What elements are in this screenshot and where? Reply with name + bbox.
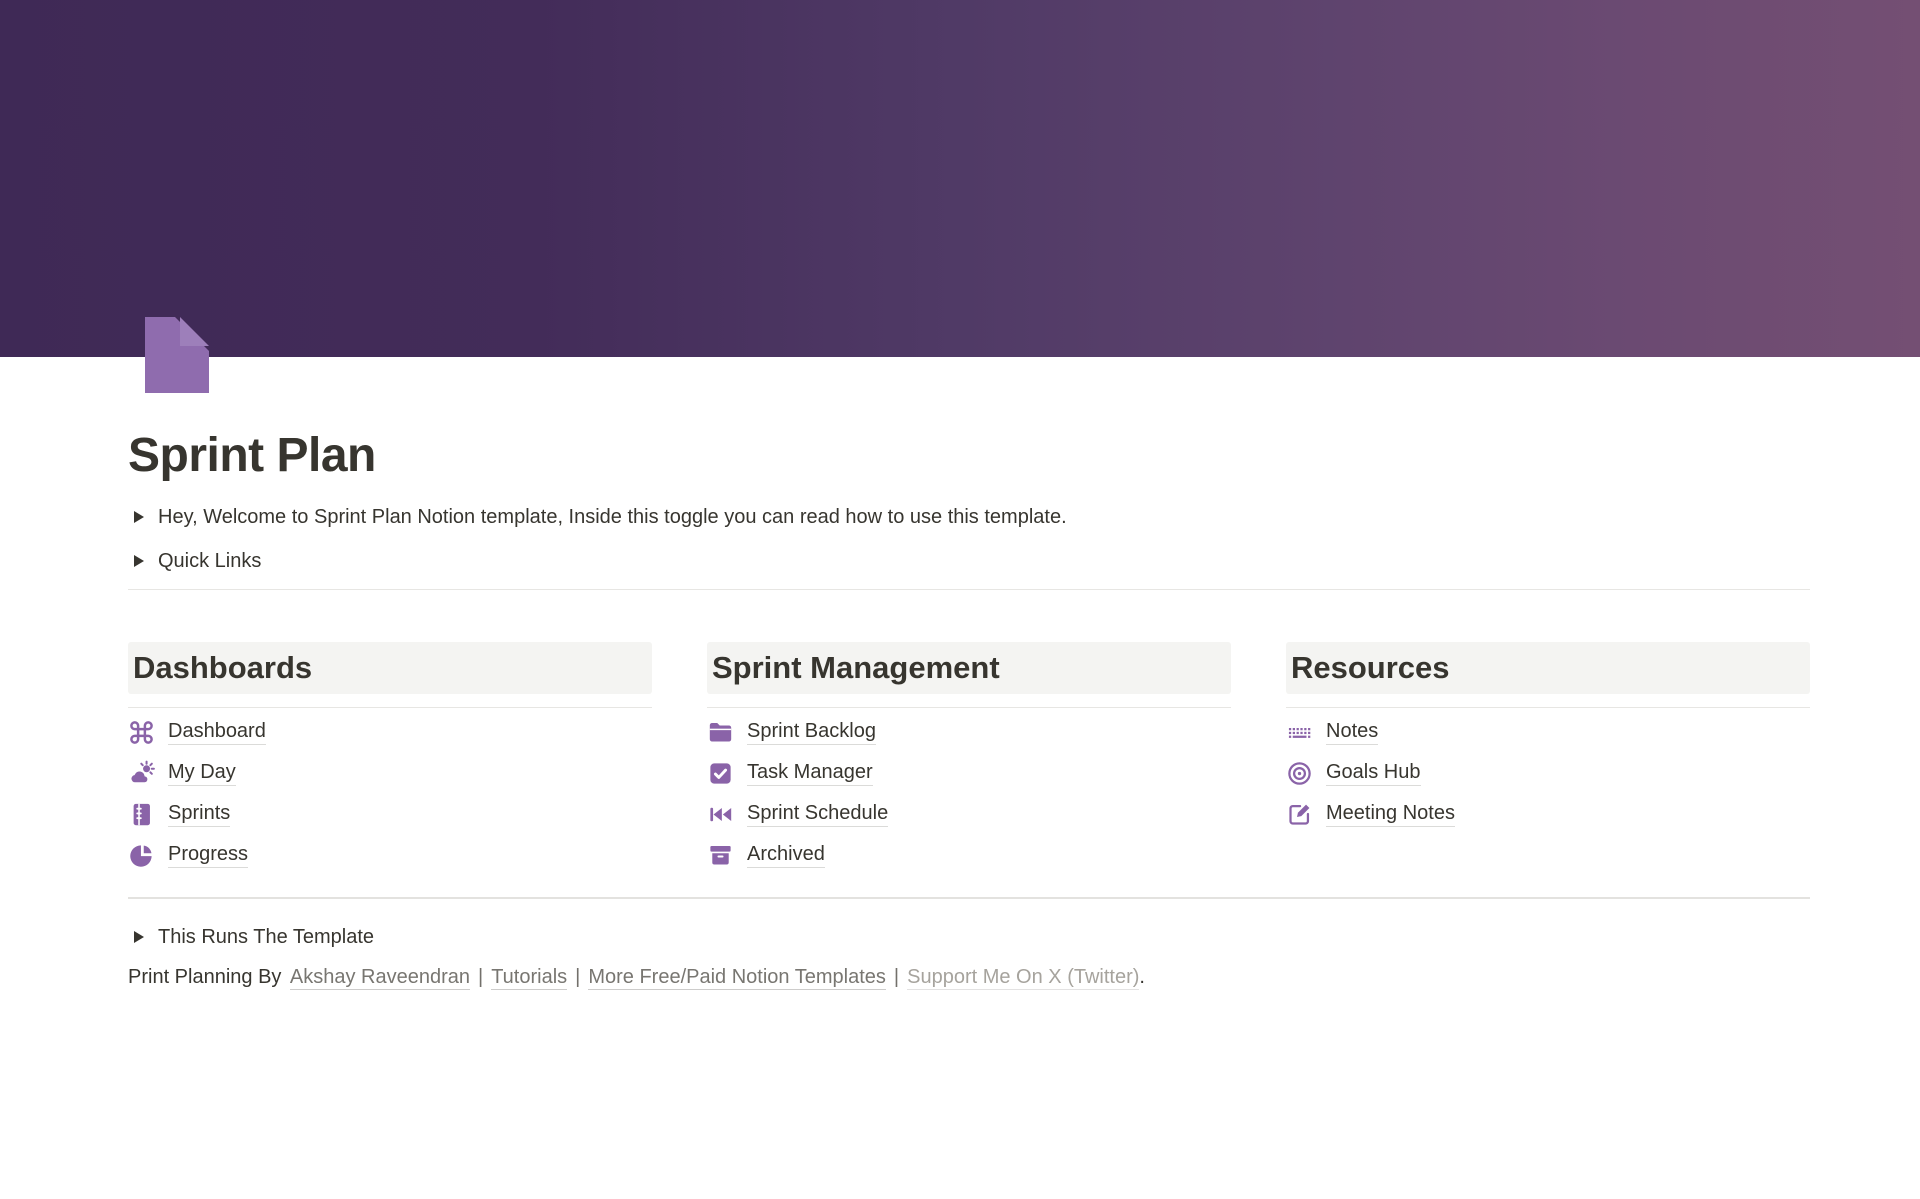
toggle-quick-links-label: Quick Links <box>158 550 261 573</box>
page-link-label[interactable]: Notes <box>1326 720 1378 745</box>
column-sprint-management: Sprint Management Sprint Backlog Task Mana… <box>707 642 1231 876</box>
link-columns: Dashboards Dashboard My Day Sprints Progress… <box>128 642 1810 876</box>
folder-icon <box>707 719 734 746</box>
toggle-runs-template-label: This Runs The Template <box>158 926 374 949</box>
page-link-task-manager[interactable]: Task Manager <box>707 753 1231 794</box>
page-link-archived[interactable]: Archived <box>707 835 1231 876</box>
command-icon <box>128 719 155 746</box>
page-link-label[interactable]: Goals Hub <box>1326 761 1421 786</box>
toggle-triangle-icon[interactable] <box>134 931 144 943</box>
credits-link-more-free-paid-notion-templates[interactable]: More Free/Paid Notion Templates <box>588 966 886 990</box>
toggle-welcome[interactable]: Hey, Welcome to Sprint Plan Notion templ… <box>128 495 1810 539</box>
page-title: Sprint Plan <box>128 428 1810 484</box>
keyboard-icon <box>1286 719 1313 746</box>
divider <box>1286 707 1810 708</box>
page-link-dashboard[interactable]: Dashboard <box>128 712 652 753</box>
toggle-quick-links[interactable]: Quick Links <box>128 539 1810 583</box>
partly-sunny-icon <box>128 760 155 787</box>
column-header-block: Sprint Management <box>707 642 1231 694</box>
column-resources: Resources Notes Goals Hub Meeting Notes <box>1286 642 1810 876</box>
page-link-label[interactable]: Sprint Backlog <box>747 720 876 745</box>
toggle-welcome-label: Hey, Welcome to Sprint Plan Notion templ… <box>158 506 1067 529</box>
page-link-notes[interactable]: Notes <box>1286 712 1810 753</box>
page-link-label[interactable]: My Day <box>168 761 236 786</box>
credits-suffix: . <box>1139 966 1145 988</box>
page-content: Sprint Plan Hey, Welcome to Sprint Plan … <box>128 0 1810 995</box>
credits-link-tutorials[interactable]: Tutorials <box>491 966 567 990</box>
rewind-icon <box>707 801 734 828</box>
toggle-triangle-icon[interactable] <box>134 511 144 523</box>
column-items: Dashboard My Day Sprints Progress <box>128 712 652 876</box>
page-link-sprints[interactable]: Sprints <box>128 794 652 835</box>
column-header: Dashboards <box>133 648 644 688</box>
pie-chart-icon <box>128 842 155 869</box>
credits-link-support-me-on-x-twitter-[interactable]: Support Me On X (Twitter) <box>907 966 1139 990</box>
divider <box>128 589 1810 590</box>
divider <box>128 897 1810 899</box>
credits-separator: | <box>567 966 588 988</box>
credits-line: Print Planning By Akshay Raveendran|Tuto… <box>128 959 1810 995</box>
credits-link-akshay-raveendran[interactable]: Akshay Raveendran <box>290 966 470 990</box>
page-document-icon[interactable] <box>145 317 209 393</box>
toggle-triangle-icon[interactable] <box>134 555 144 567</box>
page-link-label[interactable]: Meeting Notes <box>1326 802 1455 827</box>
page-link-meeting-notes[interactable]: Meeting Notes <box>1286 794 1810 835</box>
target-icon <box>1286 760 1313 787</box>
page-link-goals-hub[interactable]: Goals Hub <box>1286 753 1810 794</box>
page-link-label[interactable]: Task Manager <box>747 761 873 786</box>
credits-prefix: Print Planning By <box>128 966 281 988</box>
column-items: Sprint Backlog Task Manager Sprint Schedul… <box>707 712 1231 876</box>
page-link-label[interactable]: Dashboard <box>168 720 266 745</box>
page-link-label[interactable]: Archived <box>747 843 825 868</box>
page-link-sprint-backlog[interactable]: Sprint Backlog <box>707 712 1231 753</box>
journal-icon <box>128 801 155 828</box>
column-dashboards: Dashboards Dashboard My Day Sprints Progress <box>128 642 652 876</box>
column-header: Resources <box>1291 648 1802 688</box>
toggle-runs-template[interactable]: This Runs The Template <box>128 915 1810 959</box>
page-link-label[interactable]: Sprint Schedule <box>747 802 888 827</box>
column-header-block: Resources <box>1286 642 1810 694</box>
divider <box>707 707 1231 708</box>
page-link-sprint-schedule[interactable]: Sprint Schedule <box>707 794 1231 835</box>
page-link-my-day[interactable]: My Day <box>128 753 652 794</box>
column-header-block: Dashboards <box>128 642 652 694</box>
compose-icon <box>1286 801 1313 828</box>
checkbox-icon <box>707 760 734 787</box>
column-header: Sprint Management <box>712 648 1223 688</box>
page-link-progress[interactable]: Progress <box>128 835 652 876</box>
page-link-label[interactable]: Progress <box>168 843 248 868</box>
credits-separator: | <box>886 966 907 988</box>
credits-separator: | <box>470 966 491 988</box>
divider <box>128 707 652 708</box>
column-items: Notes Goals Hub Meeting Notes <box>1286 712 1810 835</box>
page-link-label[interactable]: Sprints <box>168 802 230 827</box>
archive-icon <box>707 842 734 869</box>
